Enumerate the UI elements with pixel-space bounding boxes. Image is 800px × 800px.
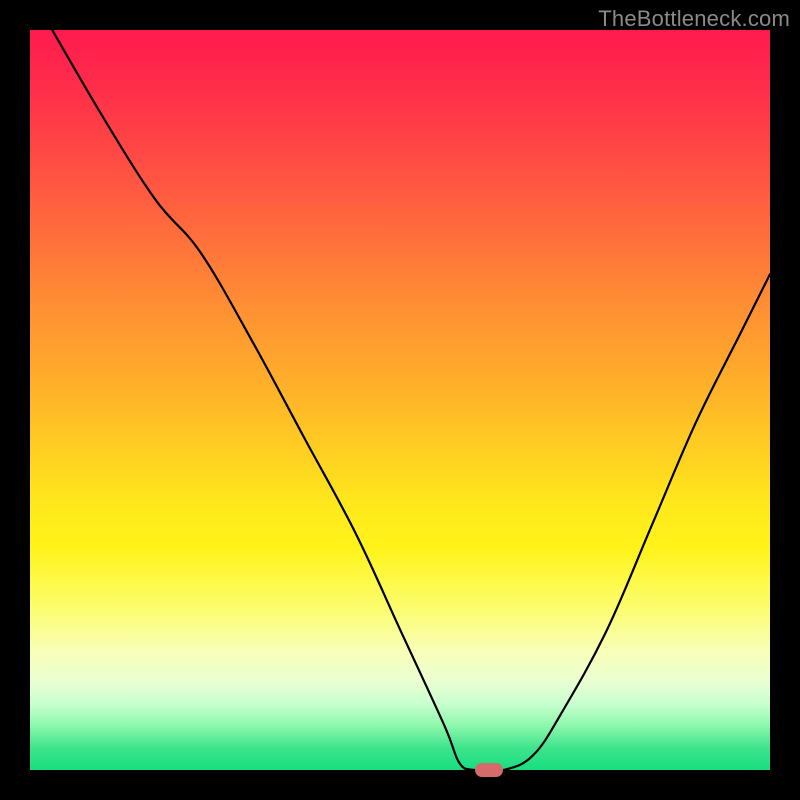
chart-frame: TheBottleneck.com — [0, 0, 800, 800]
bottleneck-curve — [30, 30, 770, 770]
optimal-marker — [475, 763, 503, 777]
plot-area — [30, 30, 770, 770]
watermark-text: TheBottleneck.com — [598, 6, 790, 32]
curve-path — [52, 30, 770, 770]
